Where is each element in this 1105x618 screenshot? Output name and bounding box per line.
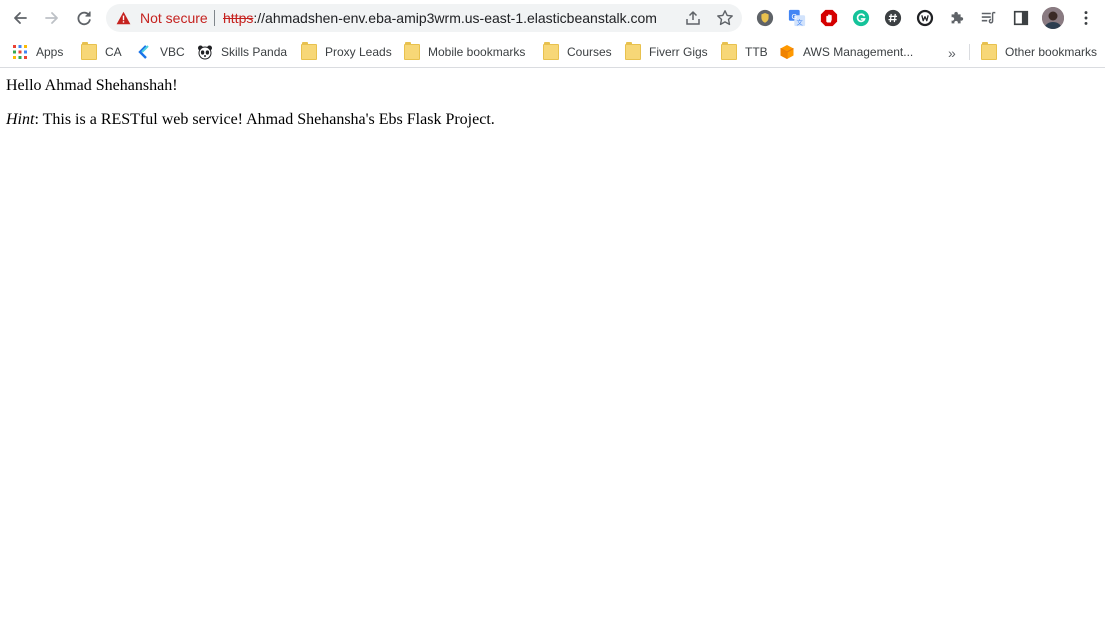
folder-icon (721, 42, 737, 60)
bookmark-label: Apps (36, 45, 64, 59)
bookmarks-overflow-chevron-icon[interactable]: » (948, 45, 956, 61)
reload-icon (77, 11, 91, 26)
bookmark-other-bookmarks[interactable]: Other bookmarks (981, 41, 1097, 63)
greeting-text: Hello Ahmad Shehanshah! (6, 77, 178, 94)
bookmark-label: Mobile bookmarks (428, 45, 526, 59)
folder-icon (81, 42, 97, 60)
wappalyzer-icon[interactable] (915, 8, 935, 28)
url-text[interactable]: https://ahmadshen-env.eba-amip3wrm.us-ea… (223, 10, 657, 26)
security-status-label[interactable]: Not secure (140, 10, 208, 26)
aws-cube-icon (780, 45, 794, 59)
bookmark-label: Skills Panda (221, 45, 288, 59)
share-icon[interactable] (684, 9, 702, 27)
profile-avatar[interactable] (1042, 7, 1064, 29)
bookmark-mobile-bookmarks[interactable]: Mobile bookmarks (404, 41, 525, 63)
folder-icon (301, 42, 317, 60)
bookmark-label: VBC (160, 45, 185, 59)
shield-extension-icon[interactable] (755, 8, 775, 28)
reload-button[interactable] (71, 5, 97, 31)
bookmark-aws-management[interactable]: AWS Management... (779, 41, 913, 63)
bookmark-apps[interactable]: Apps (12, 41, 63, 63)
bookmark-vbc[interactable]: VBC (136, 41, 185, 63)
hint-label: Hint (6, 111, 35, 128)
grammarly-icon[interactable] (851, 8, 871, 28)
bookmark-ttb[interactable]: TTB (721, 41, 768, 63)
address-bar[interactable]: Not secure https://ahmadshen-env.eba-ami… (106, 4, 742, 32)
browser-toolbar: Not secure https://ahmadshen-env.eba-ami… (0, 0, 1105, 36)
bookmark-proxy-leads[interactable]: Proxy Leads (301, 41, 392, 63)
folder-icon (404, 42, 420, 60)
bookmarks-divider (969, 44, 970, 60)
url-scheme: https (223, 10, 254, 26)
folder-icon (543, 42, 559, 60)
panda-icon (198, 45, 212, 60)
reading-list-icon[interactable] (979, 8, 999, 28)
warning-triangle-icon (116, 11, 131, 25)
folder-icon (625, 42, 641, 60)
bookmark-label: AWS Management... (803, 45, 914, 59)
star-icon[interactable] (716, 9, 734, 27)
bookmark-ca[interactable]: CA (81, 41, 122, 63)
folder-icon (981, 42, 997, 60)
bookmark-skills-panda[interactable]: Skills Panda (197, 41, 287, 63)
google-translate-icon[interactable]: G文 (787, 8, 807, 28)
svg-text:文: 文 (797, 17, 804, 26)
hash-extension-icon[interactable] (883, 8, 903, 28)
forward-arrow-icon (45, 12, 58, 24)
apps-grid-icon (13, 45, 27, 59)
hint-paragraph: Hint: This is a RESTful web service! Ahm… (6, 111, 495, 129)
bookmark-label: TTB (745, 45, 768, 59)
bookmark-fiverr-gigs[interactable]: Fiverr Gigs (625, 41, 708, 63)
web-page-content: Hello Ahmad Shehanshah! Hint: This is a … (0, 69, 1105, 618)
forward-button[interactable] (39, 5, 65, 31)
vbc-icon (138, 45, 149, 59)
bookmarks-bar: Apps CA VBC Skills Panda Proxy Leads Mob… (0, 36, 1105, 68)
adblock-icon[interactable] (819, 8, 839, 28)
bookmark-label: Fiverr Gigs (649, 45, 708, 59)
bookmark-label: Courses (567, 45, 612, 59)
kebab-menu-icon[interactable] (1076, 8, 1096, 28)
side-panel-icon[interactable] (1011, 8, 1031, 28)
bookmark-courses[interactable]: Courses (543, 41, 612, 63)
back-arrow-icon (14, 12, 27, 24)
bookmark-label: Proxy Leads (325, 45, 392, 59)
bookmark-label: Other bookmarks (1005, 45, 1098, 59)
puzzle-extensions-icon[interactable] (947, 8, 967, 28)
bookmark-label: CA (105, 45, 122, 59)
url-host: ://ahmadshen-env.eba-amip3wrm.us-east-1.… (253, 10, 657, 26)
back-button[interactable] (7, 5, 33, 31)
hint-text: : This is a RESTful web service! Ahmad S… (34, 111, 495, 128)
omnibox-divider (214, 10, 215, 26)
